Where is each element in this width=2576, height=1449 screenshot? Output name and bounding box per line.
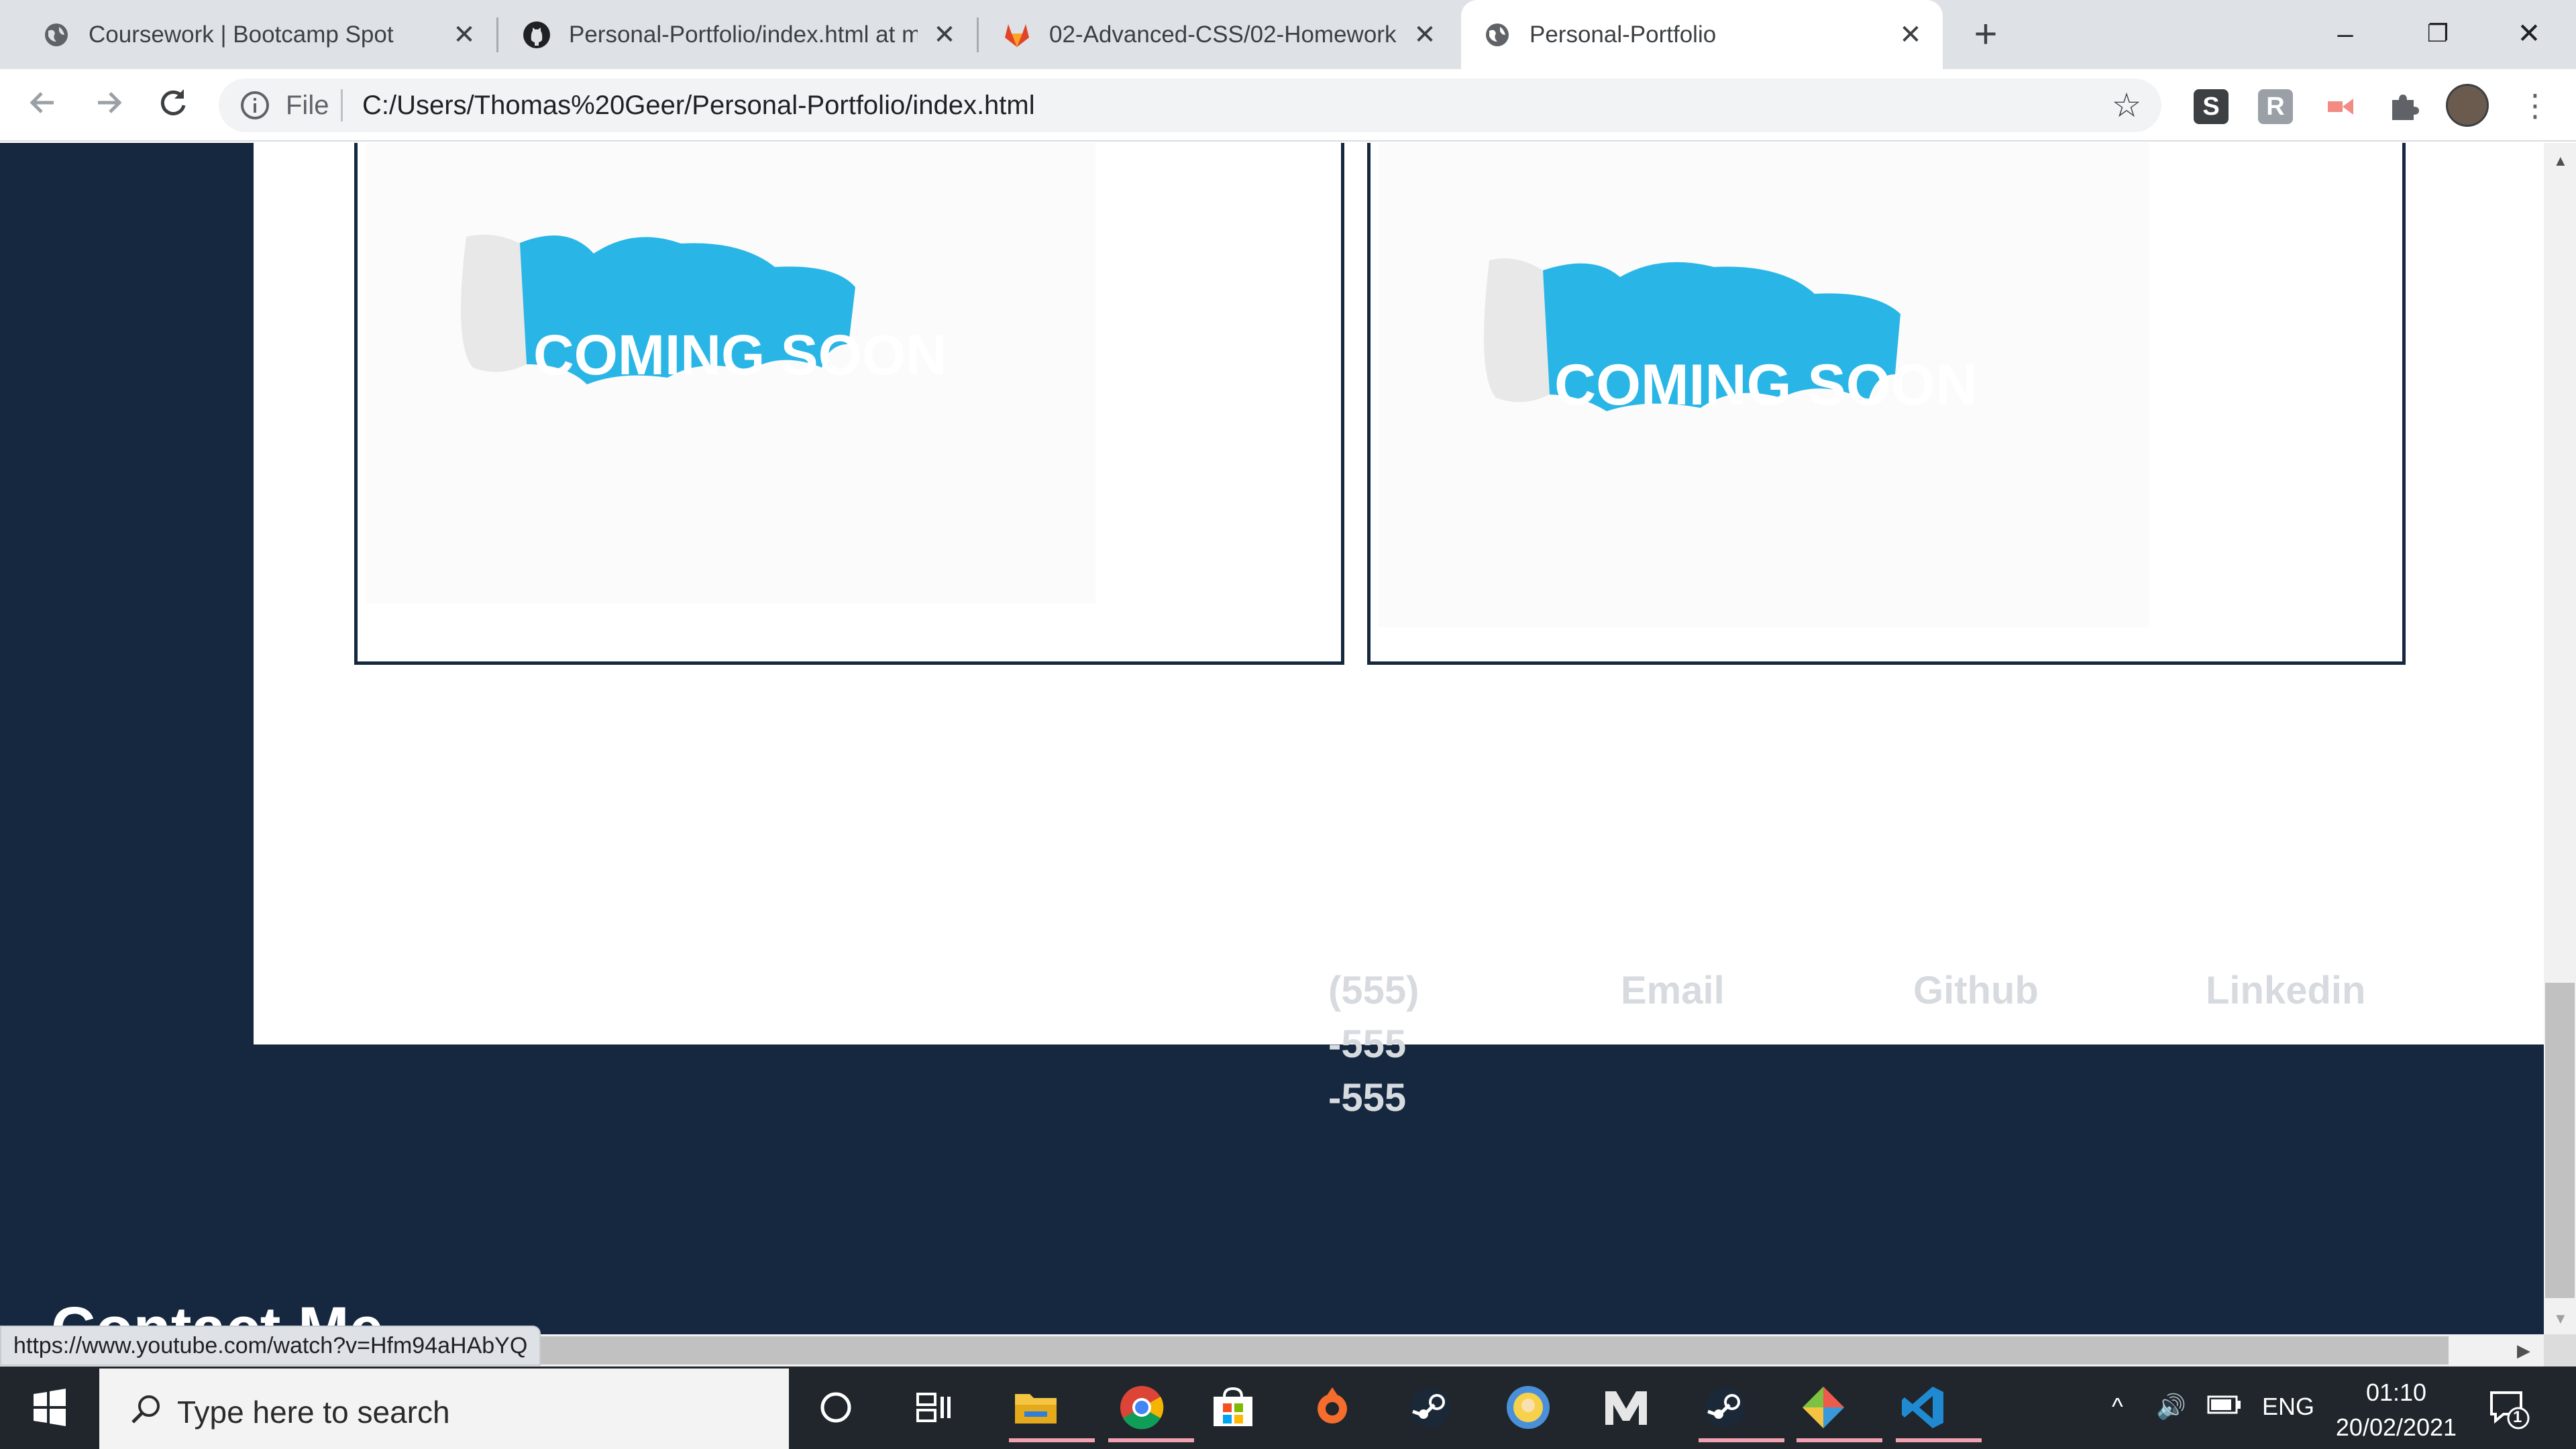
phone-number: (555) -555 -555 [1328, 964, 1483, 1125]
language-indicator[interactable]: ENG [2262, 1393, 2314, 1421]
back-arrow-icon [30, 92, 54, 113]
forward-button[interactable] [87, 84, 130, 127]
tab-strip: Coursework | Bootcamp Spot ✕ Personal-Po… [0, 0, 2576, 69]
bookmark-star-icon[interactable]: ☆ [2109, 88, 2144, 123]
github-link[interactable]: Github [1913, 964, 2039, 1018]
m2-icon[interactable] [1595, 1377, 1657, 1438]
status-url-bubble: https://www.youtube.com/watch?v=Hfm94aHA… [0, 1326, 541, 1366]
close-tab-icon[interactable]: ✕ [930, 20, 959, 50]
steam-icon[interactable] [1695, 1377, 1784, 1442]
url-text[interactable]: C:/Users/Thomas%20Geer/Personal-Portfoli… [362, 91, 1035, 121]
screencast-extension-icon[interactable] [2322, 89, 2357, 124]
notifications-icon[interactable]: 1 [2487, 1387, 2530, 1430]
scroll-up-arrow-icon[interactable]: ▲ [2553, 152, 2568, 170]
coming-soon-image: COMING SOON [1379, 143, 2149, 627]
coming-soon-text: COMING SOON [1554, 353, 1978, 417]
cortana-icon[interactable] [805, 1377, 867, 1438]
scroll-right-arrow-icon[interactable]: ▶ [2517, 1340, 2530, 1361]
phone-line: (555) [1328, 969, 1419, 1012]
running-indicator [1796, 1438, 1882, 1442]
tab-personal-portfolio[interactable]: Personal-Portfolio ✕ [1461, 0, 1943, 69]
task-view-icon[interactable] [903, 1377, 965, 1438]
origin-icon[interactable] [1301, 1377, 1363, 1438]
search-icon [126, 1390, 166, 1430]
back-button[interactable] [21, 84, 64, 127]
running-indicator [1009, 1438, 1095, 1442]
reload-icon [160, 89, 186, 115]
close-tab-icon[interactable]: ✕ [449, 20, 479, 50]
globe-icon [1483, 20, 1512, 50]
info-icon[interactable] [239, 89, 271, 121]
system-clock[interactable]: 01:10 20/02/2021 [2322, 1375, 2470, 1445]
fallout-shelter-icon[interactable] [1497, 1377, 1559, 1438]
stylus-extension-icon[interactable]: S [2194, 89, 2229, 124]
show-hidden-icons-chevron-icon[interactable]: ^ [2112, 1393, 2123, 1421]
forward-arrow-icon [98, 92, 122, 113]
tab-title: Personal-Portfolio/index.html at m [569, 21, 918, 48]
project-card[interactable]: COMING SOON [1367, 143, 2406, 665]
page-viewport: COMING SOON COMING SOON Contact Me [0, 143, 2544, 1334]
browser-toolbar: File C:/Users/Thomas%20Geer/Personal-Por… [0, 69, 2576, 142]
torn-paper-curl [461, 234, 527, 372]
scheme-label: File [286, 91, 329, 120]
restore-button[interactable]: ❐ [2418, 13, 2458, 54]
coming-soon-text: COMING SOON [533, 323, 947, 386]
start-button[interactable] [16, 1381, 80, 1434]
running-indicator [1896, 1438, 1982, 1442]
tab-coursework[interactable]: Coursework | Bootcamp Spot ✕ [0, 0, 496, 69]
running-indicator [1699, 1438, 1784, 1442]
phone-line: -555 [1328, 1076, 1407, 1120]
running-indicator [1108, 1438, 1194, 1442]
address-divider [341, 89, 343, 121]
phone-line: -555 [1328, 1022, 1407, 1066]
search-placeholder: Type here to search [177, 1395, 450, 1430]
scroll-corner [2544, 1334, 2576, 1366]
tab-github[interactable]: Personal-Portfolio/index.html at m ✕ [480, 0, 977, 69]
clock-date: 20/02/2021 [2335, 1413, 2457, 1441]
notification-count-badge: 1 [2513, 1408, 2522, 1426]
file-explorer-icon[interactable] [1005, 1377, 1095, 1442]
new-tab-button[interactable]: + [1966, 14, 2006, 55]
close-tab-icon[interactable]: ✕ [1896, 20, 1925, 50]
vertical-scroll-thumb[interactable] [2545, 983, 2575, 1298]
minimize-button[interactable]: – [2325, 13, 2365, 54]
store-icon[interactable] [1202, 1377, 1264, 1438]
linkedin-link[interactable]: Linkedin [2206, 964, 2365, 1018]
volume-icon[interactable]: 🔊 [2156, 1393, 2186, 1421]
scroll-down-arrow-icon[interactable]: ▼ [2553, 1310, 2568, 1328]
extension-icon[interactable]: R [2258, 89, 2293, 124]
tab-title: Personal-Portfolio [1529, 21, 1717, 48]
gitlab-icon [1002, 20, 1032, 50]
puzzle-extensions-icon[interactable] [2385, 89, 2420, 124]
menu-kebab-icon[interactable]: ⋮ [2520, 88, 2551, 123]
vscode-icon[interactable] [1892, 1377, 1982, 1442]
clock-time: 01:10 [2365, 1379, 2427, 1406]
coming-soon-image: COMING SOON [366, 143, 1095, 603]
tab-title: 02-Advanced-CSS/02-Homework [1049, 21, 1397, 48]
torn-paper-curl [1484, 258, 1550, 402]
windows-logo-icon [34, 1389, 66, 1426]
left-sidebar [0, 143, 254, 1044]
chrome-icon[interactable] [1104, 1377, 1194, 1442]
reload-button[interactable] [152, 84, 195, 127]
globe-icon [42, 20, 71, 50]
taskbar-search-box[interactable]: Type here to search [99, 1368, 789, 1449]
close-window-button[interactable]: ✕ [2509, 13, 2549, 54]
gitkraken-icon[interactable] [1792, 1377, 1882, 1442]
address-bar[interactable]: File C:/Users/Thomas%20Geer/Personal-Por… [219, 78, 2161, 132]
tab-gitlab[interactable]: 02-Advanced-CSS/02-Homework ✕ [961, 0, 1457, 69]
email-link[interactable]: Email [1621, 964, 1725, 1018]
project-card[interactable]: COMING SOON [354, 143, 1344, 665]
steam-icon[interactable] [1399, 1377, 1461, 1438]
profile-avatar[interactable] [2446, 84, 2489, 127]
github-icon [522, 20, 551, 50]
tab-title: Coursework | Bootcamp Spot [89, 21, 394, 48]
close-tab-icon[interactable]: ✕ [1410, 20, 1440, 50]
contact-footer: Contact Me [0, 1044, 2544, 1334]
battery-icon[interactable] [2207, 1393, 2242, 1423]
